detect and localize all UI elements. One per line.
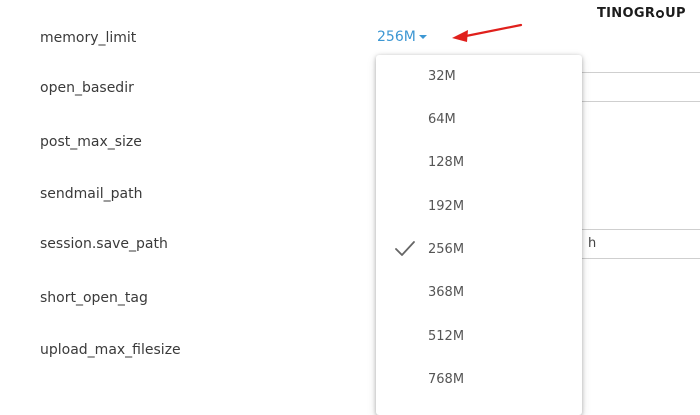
option-512m[interactable]: 512M [376, 317, 582, 357]
setting-label-upload-max-filesize: upload_max_filesize [40, 342, 181, 358]
option-192m[interactable]: 192M [376, 187, 582, 227]
brand-logo: TINOGR UP [597, 6, 686, 21]
option-256m[interactable]: 256M [376, 230, 582, 270]
logo-ring-icon [656, 10, 665, 18]
caret-down-icon [418, 35, 427, 39]
memory-limit-current-value: 256M [377, 29, 416, 45]
memory-limit-dropdown-menu: 32M 64M 128M 192M 256M 368M 512M 768M [376, 55, 582, 415]
checkmark-icon [395, 241, 415, 256]
setting-label-short-open-tag: short_open_tag [40, 290, 148, 306]
setting-label-memory-limit: memory_limit [40, 30, 137, 46]
option-32m[interactable]: 32M [376, 57, 582, 97]
option-128m[interactable]: 128M [376, 143, 582, 183]
option-64m[interactable]: 64M [376, 100, 582, 140]
option-368m[interactable]: 368M [376, 273, 582, 313]
setting-label-session-save-path: session.save_path [40, 236, 168, 252]
option-768m[interactable]: 768M [376, 360, 582, 400]
memory-limit-dropdown-toggle[interactable]: 256M [377, 29, 427, 45]
setting-label-post-max-size: post_max_size [40, 134, 142, 150]
setting-label-sendmail-path: sendmail_path [40, 186, 143, 202]
setting-label-open-basedir: open_basedir [40, 80, 134, 96]
